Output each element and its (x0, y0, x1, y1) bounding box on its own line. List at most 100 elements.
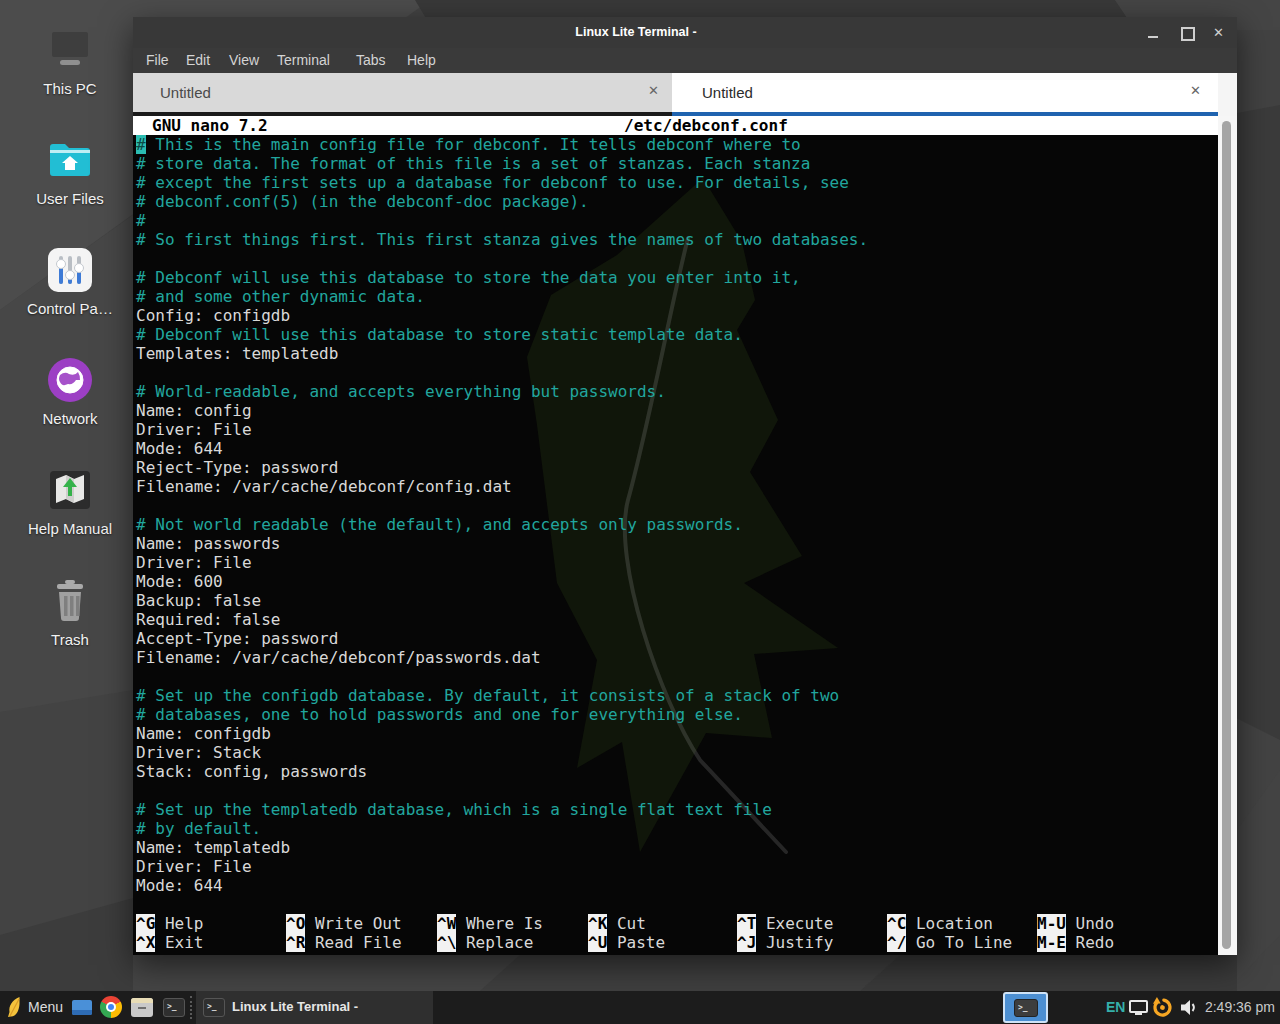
desktop-icon-label: User Files (22, 190, 118, 207)
tab-untitled-1[interactable]: Untitled ✕ (133, 73, 672, 112)
terminal-line: Config: configdb (133, 306, 1218, 325)
terminal-line: Required: false (133, 610, 1218, 629)
nano-filename: /etc/debconf.conf (624, 116, 788, 135)
desktop-icon-network[interactable]: Network (22, 356, 118, 427)
menu-button-label[interactable]: Menu (28, 999, 63, 1015)
terminal-line: # Not world readable (the default), and … (133, 515, 1218, 534)
taskbar-window-button[interactable]: >_ Linux Lite Terminal - (196, 991, 433, 1024)
menu-help[interactable]: Help (407, 52, 436, 68)
chrome-icon[interactable] (100, 996, 122, 1018)
terminal-line: Mode: 600 (133, 572, 1218, 591)
terminal-line: # store data. The format of this file is… (133, 154, 1218, 173)
taskbar-window-label: Linux Lite Terminal - (232, 999, 358, 1014)
volume-icon[interactable] (1179, 999, 1198, 1016)
terminal-line: Backup: false (133, 591, 1218, 610)
terminal-line: # Set up the templatedb database, which … (133, 800, 1218, 819)
scrollbar-thumb[interactable] (1222, 121, 1231, 949)
clock[interactable]: 2:49:36 pm (1205, 999, 1275, 1015)
terminal-line: Filename: /var/cache/debconf/config.dat (133, 477, 1218, 496)
desktop-icon-control-panel[interactable]: Control Pa… (22, 246, 118, 317)
terminal-line: Name: passwords (133, 534, 1218, 553)
terminal-line: # (133, 211, 1218, 230)
nano-shortcut: ^J Justify (737, 933, 833, 952)
nano-shortcut: ^\ Replace (437, 933, 533, 952)
tab-close-icon[interactable]: ✕ (648, 83, 659, 98)
menu-view[interactable]: View (229, 52, 259, 68)
terminal-icon: >_ (203, 998, 225, 1017)
desktop-icon-label: Trash (22, 631, 118, 648)
terminal-line: Mode: 644 (133, 439, 1218, 458)
terminal-line (133, 496, 1218, 515)
control-panel-icon (22, 246, 118, 294)
scrollbar-track[interactable] (1218, 116, 1237, 955)
desktop-icon-label: Help Manual (22, 520, 118, 537)
terminal-line: # World-readable, and accepts everything… (133, 382, 1218, 401)
terminal-line: Reject-Type: password (133, 458, 1218, 477)
updates-icon[interactable] (1149, 994, 1176, 1021)
terminal-line: # except the first sets up a database fo… (133, 173, 1218, 192)
nano-shortcut: ^W Where Is (437, 914, 543, 933)
nano-shortcut-bar: ^G Help ^O Write Out ^W Where Is ^K Cut ^T E… (133, 914, 1218, 952)
terminal-line: # This is the main config file for debco… (133, 135, 1218, 154)
menu-terminal[interactable]: Terminal (277, 52, 330, 68)
nano-shortcut: M-E Redo (1037, 933, 1114, 952)
terminal-line: Filename: /var/cache/debconf/passwords.d… (133, 648, 1218, 667)
terminal-line (133, 667, 1218, 686)
nano-version: GNU nano 7.2 (152, 116, 268, 135)
terminal-line: # So first things first. This first stan… (133, 230, 1218, 249)
terminal-line (133, 781, 1218, 800)
nano-shortcut: ^R Read File (286, 933, 402, 952)
desktop-icon-label: This PC (22, 80, 118, 97)
tab-label: Untitled (160, 84, 211, 101)
desktop-icon-this-pc[interactable]: This PC (22, 26, 118, 97)
desktop-icon-help-manual[interactable]: Help Manual (22, 466, 118, 537)
terminal-line: Mode: 644 (133, 876, 1218, 895)
terminal-line: # and some other dynamic data. (133, 287, 1218, 306)
nano-shortcut: ^T Execute (737, 914, 833, 933)
nano-shortcut: ^K Cut (588, 914, 646, 933)
nano-shortcut: ^X Exit (136, 933, 203, 952)
close-button[interactable] (1206, 17, 1232, 48)
tab-close-icon[interactable]: ✕ (1190, 83, 1201, 98)
terminal-line (133, 249, 1218, 268)
desktop-icon-label: Network (22, 410, 118, 427)
workspace-icon[interactable] (72, 1000, 92, 1015)
terminal-line (133, 363, 1218, 382)
terminal-line: Name: configdb (133, 724, 1218, 743)
taskbar: Menu >_ >_ Linux Lite Terminal - >_ EN 2… (0, 991, 1280, 1024)
file-manager-icon[interactable] (131, 998, 153, 1017)
nano-shortcut-row: ^G Help ^O Write Out ^W Where Is ^K Cut ^T E… (133, 914, 1218, 933)
terminal-line: # debconf.conf(5) (in the debconf-doc pa… (133, 192, 1218, 211)
minimize-button[interactable] (1140, 17, 1166, 48)
terminal-line: # Set up the configdb database. By defau… (133, 686, 1218, 705)
network-icon (22, 356, 118, 404)
terminal-line: # databases, one to hold passwords and o… (133, 705, 1218, 724)
tab-untitled-2[interactable]: Untitled ✕ (672, 73, 1218, 112)
desktop-icon-trash[interactable]: Trash (22, 577, 118, 648)
nano-shortcut: ^C Location (887, 914, 993, 933)
nano-shortcut: ^O Write Out (286, 914, 402, 933)
linux-lite-menu-icon[interactable] (6, 996, 22, 1018)
tab-bar: Untitled ✕ Untitled ✕ (133, 73, 1237, 116)
nano-shortcut: M-U Undo (1037, 914, 1114, 933)
tray-terminal-button[interactable]: >_ (1003, 992, 1048, 1023)
nano-shortcut: ^/ Go To Line (887, 933, 1012, 952)
display-icon[interactable] (1129, 1000, 1148, 1013)
terminal-line: Stack: config, passwords (133, 762, 1218, 781)
menu-file[interactable]: File (146, 52, 169, 68)
terminal-viewport[interactable]: GNU nano 7.2 /etc/debconf.conf # This is… (133, 116, 1237, 955)
menu-tabs[interactable]: Tabs (356, 52, 386, 68)
maximize-button[interactable] (1173, 17, 1199, 48)
window-titlebar[interactable]: Linux Lite Terminal - (133, 17, 1237, 48)
terminal-launcher-icon[interactable]: >_ (163, 998, 185, 1017)
nano-shortcut: ^G Help (136, 914, 203, 933)
menu-edit[interactable]: Edit (186, 52, 210, 68)
trash-icon (22, 577, 118, 625)
menubar: File Edit View Terminal Tabs Help (133, 48, 1237, 73)
terminal-line: Name: config (133, 401, 1218, 420)
nano-shortcut-row: ^X Exit^R Read File^\ Replace^U Paste^J … (133, 933, 1218, 952)
keyboard-layout-indicator[interactable]: EN (1106, 999, 1125, 1015)
desktop-icon-label: Control Pa… (22, 300, 118, 317)
tabbar-corner (1218, 73, 1237, 116)
desktop-icon-user-files[interactable]: User Files (22, 136, 118, 207)
